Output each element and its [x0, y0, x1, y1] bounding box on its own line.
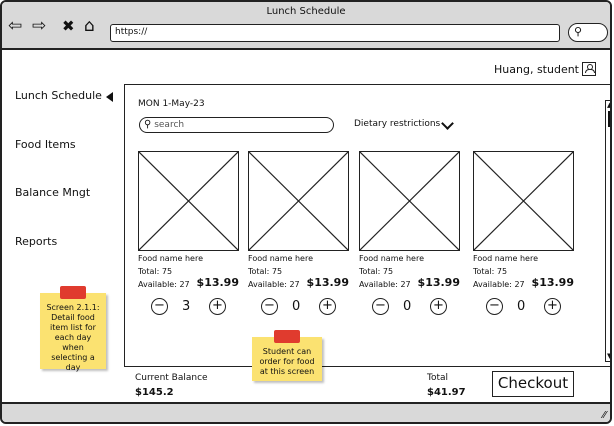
food-card: Food name here Total: 75 Available: 27 $…	[248, 151, 353, 321]
pin-icon	[274, 330, 300, 343]
food-price: $13.99	[531, 276, 574, 289]
browser-window: Lunch Schedule ⇦ ⇨ ✖ ⌂ https:// ⚲ Huang,…	[0, 0, 612, 424]
vertical-scrollbar[interactable]: ▲ ▼	[605, 100, 610, 362]
status-bar: ⁄⁄	[2, 402, 610, 422]
sticky-note-text: Screen 2.1.1: Detail food item list for …	[46, 303, 100, 372]
title-bar: Lunch Schedule ⇦ ⇨ ✖ ⌂ https:// ⚲	[2, 2, 610, 50]
back-arrow-icon[interactable]: ⇦	[8, 15, 22, 37]
scroll-down-arrow-icon[interactable]: ▼	[607, 353, 610, 360]
food-image-placeholder	[359, 151, 460, 251]
sidebar-item-balance-mngt[interactable]: Balance Mngt	[15, 186, 90, 199]
food-available: Available: 27	[473, 280, 525, 289]
total-label: Total	[427, 373, 449, 383]
increase-quantity-button[interactable]: +	[544, 298, 561, 315]
search-icon: ⚲	[144, 119, 152, 130]
scroll-up-arrow-icon[interactable]: ▲	[607, 102, 610, 109]
food-total: Total: 75	[359, 267, 394, 276]
selected-arrow-icon	[106, 92, 113, 102]
food-search-input[interactable]: ⚲ search	[139, 117, 334, 133]
sidebar-item-lunch-schedule[interactable]: Lunch Schedule	[15, 89, 102, 102]
search-placeholder: search	[154, 120, 185, 130]
home-icon[interactable]: ⌂	[84, 15, 95, 37]
food-price: $13.99	[306, 276, 349, 289]
food-price: $13.99	[417, 276, 460, 289]
food-card: Food name here Total: 75 Available: 27 $…	[359, 151, 464, 321]
decrease-quantity-button[interactable]: −	[151, 298, 168, 315]
food-available: Available: 27	[138, 280, 190, 289]
stop-icon[interactable]: ✖	[62, 15, 75, 37]
total-value: $41.97	[427, 387, 466, 398]
increase-quantity-button[interactable]: +	[319, 298, 336, 315]
quantity-value: 3	[182, 299, 191, 314]
decrease-quantity-button[interactable]: −	[372, 298, 389, 315]
forward-arrow-icon[interactable]: ⇨	[32, 15, 46, 37]
sidebar-item-food-items[interactable]: Food Items	[15, 138, 76, 151]
dietary-restrictions-dropdown[interactable]: Dietary restrictions	[354, 119, 440, 129]
url-input[interactable]: https://	[110, 24, 560, 42]
sidebar-item-reports[interactable]: Reports	[15, 235, 57, 248]
resize-grip-icon[interactable]: ⁄⁄	[603, 410, 606, 421]
pin-icon	[60, 286, 86, 299]
food-name: Food name here	[138, 254, 203, 263]
scrollbar-thumb[interactable]	[608, 111, 610, 127]
user-name: Huang, student	[494, 62, 579, 76]
increase-quantity-button[interactable]: +	[430, 298, 447, 315]
food-available: Available: 27	[359, 280, 411, 289]
browser-search-field[interactable]: ⚲	[568, 23, 608, 42]
quantity-value: 0	[292, 299, 301, 314]
decrease-quantity-button[interactable]: −	[261, 298, 278, 315]
sticky-note-order-info: Student can order for food at this scree…	[252, 330, 322, 381]
checkout-button[interactable]: Checkout	[492, 371, 574, 397]
food-image-placeholder	[473, 151, 574, 251]
sticky-note-text: Student can order for food at this scree…	[259, 347, 315, 376]
food-total: Total: 75	[138, 267, 173, 276]
food-card: Food name here Total: 75 Available: 27 $…	[138, 151, 243, 321]
sticky-note-screen-description: Screen 2.1.1: Detail food item list for …	[40, 286, 106, 372]
footer-divider	[124, 366, 610, 367]
food-name: Food name here	[473, 254, 538, 263]
search-icon: ⚲	[574, 25, 583, 38]
increase-quantity-button[interactable]: +	[209, 298, 226, 315]
food-total: Total: 75	[248, 267, 283, 276]
user-menu[interactable]: Huang, student	[494, 62, 596, 76]
schedule-date: MON 1-May-23	[138, 99, 205, 109]
quantity-value: 0	[403, 299, 412, 314]
food-card: Food name here Total: 75 Available: 27 $…	[473, 151, 578, 321]
food-image-placeholder	[138, 151, 239, 251]
user-icon	[582, 62, 596, 76]
food-image-placeholder	[248, 151, 349, 251]
quantity-value: 0	[517, 299, 526, 314]
balance-value: $145.2	[135, 387, 174, 398]
balance-label: Current Balance	[135, 373, 208, 383]
food-price: $13.99	[196, 276, 239, 289]
food-total: Total: 75	[473, 267, 508, 276]
food-name: Food name here	[248, 254, 313, 263]
food-name: Food name here	[359, 254, 424, 263]
decrease-quantity-button[interactable]: −	[486, 298, 503, 315]
food-available: Available: 27	[248, 280, 300, 289]
